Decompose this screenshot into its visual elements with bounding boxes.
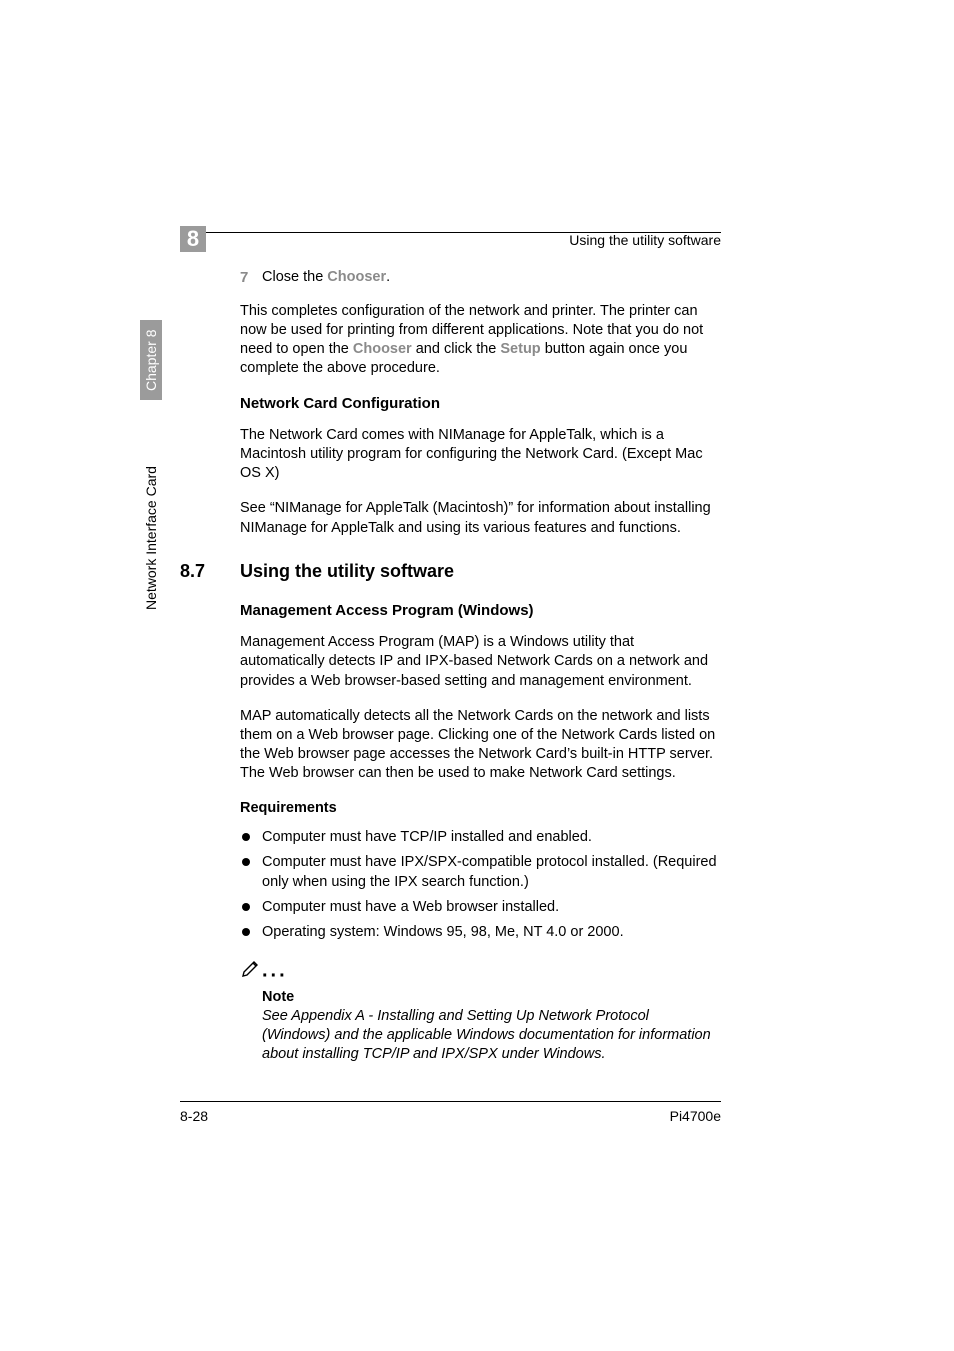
list-item: Computer must have IPX/SPX-compatible pr… (240, 853, 721, 891)
para1-p2: and click the (412, 341, 501, 357)
content-area: 7 Close the Chooser. This completes conf… (240, 268, 721, 1065)
section-heading: 8.7 Using the utility software (240, 560, 721, 584)
setup-label: Setup (500, 341, 540, 357)
chapter-number-badge: 8 (180, 226, 206, 252)
chooser-label-2: Chooser (353, 341, 412, 357)
footer-rule (180, 1101, 721, 1102)
step-7: 7 Close the Chooser. (240, 268, 721, 288)
page-number: 8-28 (180, 1108, 208, 1124)
heading-requirements: Requirements (240, 799, 721, 818)
paragraph-netcard-2: See “NIManage for AppleTalk (Macintosh)”… (240, 499, 721, 537)
note-dots-icon: ... (262, 960, 288, 982)
section-number: 8.7 (180, 560, 240, 584)
step-text-post: . (386, 269, 390, 285)
side-chapter-badge: Chapter 8 (140, 320, 162, 400)
product-name: Pi4700e (670, 1108, 721, 1124)
page-body: 8 Using the utility software 7 Close the… (180, 210, 721, 1065)
note-block: ... Note See Appendix A - Installing and… (262, 956, 721, 1065)
header-title: Using the utility software (569, 232, 721, 248)
heading-network-card-config: Network Card Configuration (240, 394, 721, 414)
paragraph-map-1: Management Access Program (MAP) is a Win… (240, 633, 721, 690)
paragraph-map-2: MAP automatically detects all the Networ… (240, 707, 721, 784)
chooser-label: Chooser (327, 269, 386, 285)
step-number: 7 (240, 268, 262, 288)
paragraph-netcard-1: The Network Card comes with NIManage for… (240, 426, 721, 483)
paragraph-completion: This completes configuration of the netw… (240, 302, 721, 379)
note-body: See Appendix A - Installing and Setting … (262, 1007, 721, 1064)
list-item: Computer must have TCP/IP installed and … (240, 828, 721, 847)
step-text-pre: Close the (262, 269, 327, 285)
side-section-label: Network Interface Card (140, 410, 162, 610)
page-header: 8 Using the utility software (180, 232, 721, 233)
heading-map: Management Access Program (Windows) (240, 601, 721, 621)
side-tab: Chapter 8 Network Interface Card (140, 320, 168, 620)
pencil-icon (240, 956, 262, 984)
list-item: Computer must have a Web browser install… (240, 898, 721, 917)
list-item: Operating system: Windows 95, 98, Me, NT… (240, 923, 721, 942)
section-title: Using the utility software (240, 560, 454, 584)
page-footer: 8-28 Pi4700e (180, 1101, 721, 1124)
step-text: Close the Chooser. (262, 268, 721, 288)
note-title: Note (262, 988, 721, 1007)
requirements-list: Computer must have TCP/IP installed and … (240, 828, 721, 942)
